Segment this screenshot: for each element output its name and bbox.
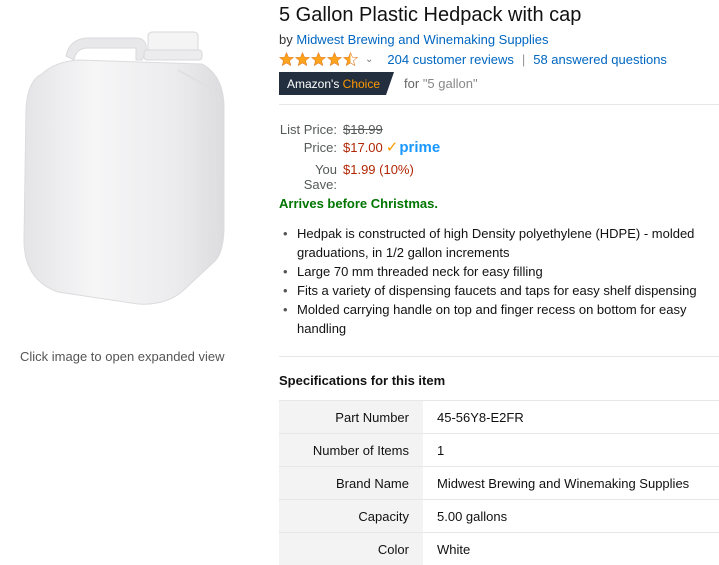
star-icon [279,51,294,66]
choice-query: for "5 gallon" [404,76,478,91]
spec-value: White [423,532,719,565]
prime-check-icon: ✓ [385,139,399,156]
product-image[interactable] [18,30,230,308]
feature-bullet: Large 70 mm threaded neck for easy filli… [279,262,709,281]
feature-bullet: Hedpak is constructed of high Density po… [279,224,709,262]
specifications-table: Part Number 45-56Y8-E2FR Number of Items… [279,400,719,565]
byline: by Midwest Brewing and Winemaking Suppli… [279,32,549,47]
price-row: Price: $17.00 ✓ prime [279,138,441,157]
specifications-title: Specifications for this item [279,373,446,388]
spec-key: Brand Name [279,466,423,500]
jug-illustration [23,31,225,305]
table-row: Number of Items 1 [279,433,719,467]
star-icon [311,51,326,66]
by-prefix: by [279,32,293,47]
list-price-label: List Price: [279,122,337,137]
spec-key: Number of Items [279,433,423,467]
half-star-icon [343,51,358,66]
amazons-choice-badge[interactable]: Amazon's Choice [279,72,394,95]
savings-value: $1.99 (10%) [343,162,414,177]
feature-bullet: Molded carrying handle on top and finger… [279,300,709,338]
list-price-row: List Price: $18.99 [279,122,383,137]
spec-key: Color [279,532,423,565]
savings-label: You Save: [303,162,337,192]
reviews-link[interactable]: 204 customer reviews [387,52,513,67]
price-value: $17.00 [343,140,383,155]
badge-text: Amazon's [287,76,340,91]
spec-value: 5.00 gallons [423,499,719,533]
choice-query-text: "5 gallon" [422,76,478,91]
table-row: Part Number 45-56Y8-E2FR [279,400,719,434]
feature-bullet: Fits a variety of dispensing faucets and… [279,281,709,300]
star-icon [295,51,310,66]
spec-key: Capacity [279,499,423,533]
separator: | [521,51,526,67]
price-label: Price: [303,140,337,155]
spec-value: 1 [423,433,719,467]
questions-link[interactable]: 58 answered questions [533,52,667,67]
product-title: 5 Gallon Plastic Hedpack with cap [279,4,582,26]
spec-value: 45-56Y8-E2FR [423,400,719,434]
choice-for-label: for [404,76,420,91]
savings-row: You Save: $1.99 (10%) [279,162,414,192]
table-row: Brand Name Midwest Brewing and Winemakin… [279,466,719,500]
badge-accent-text: Choice [342,76,381,91]
star-rating[interactable] [279,51,359,67]
prime-badge[interactable]: ✓ prime [385,138,441,157]
brand-link[interactable]: Midwest Brewing and Winemaking Supplies [296,32,548,47]
list-price-value: $18.99 [343,122,383,137]
spec-value: Midwest Brewing and Winemaking Supplies [423,466,719,500]
star-icon [327,51,342,66]
amazons-choice-row: Amazon's Choice for "5 gallon" [279,72,478,95]
chevron-down-icon[interactable]: ⌄ [365,54,373,65]
spec-key: Part Number [279,400,423,434]
delivery-message: Arrives before Christmas. [279,196,438,211]
table-row: Capacity 5.00 gallons [279,499,719,533]
divider [279,104,719,105]
table-row: Color White [279,532,719,565]
expand-image-hint: Click image to open expanded view [20,349,225,364]
feature-bullets: Hedpak is constructed of high Density po… [279,224,709,338]
prime-text: prime [399,138,441,156]
rating-row: ⌄ 204 customer reviews | 58 answered que… [279,50,667,68]
divider [279,356,719,357]
